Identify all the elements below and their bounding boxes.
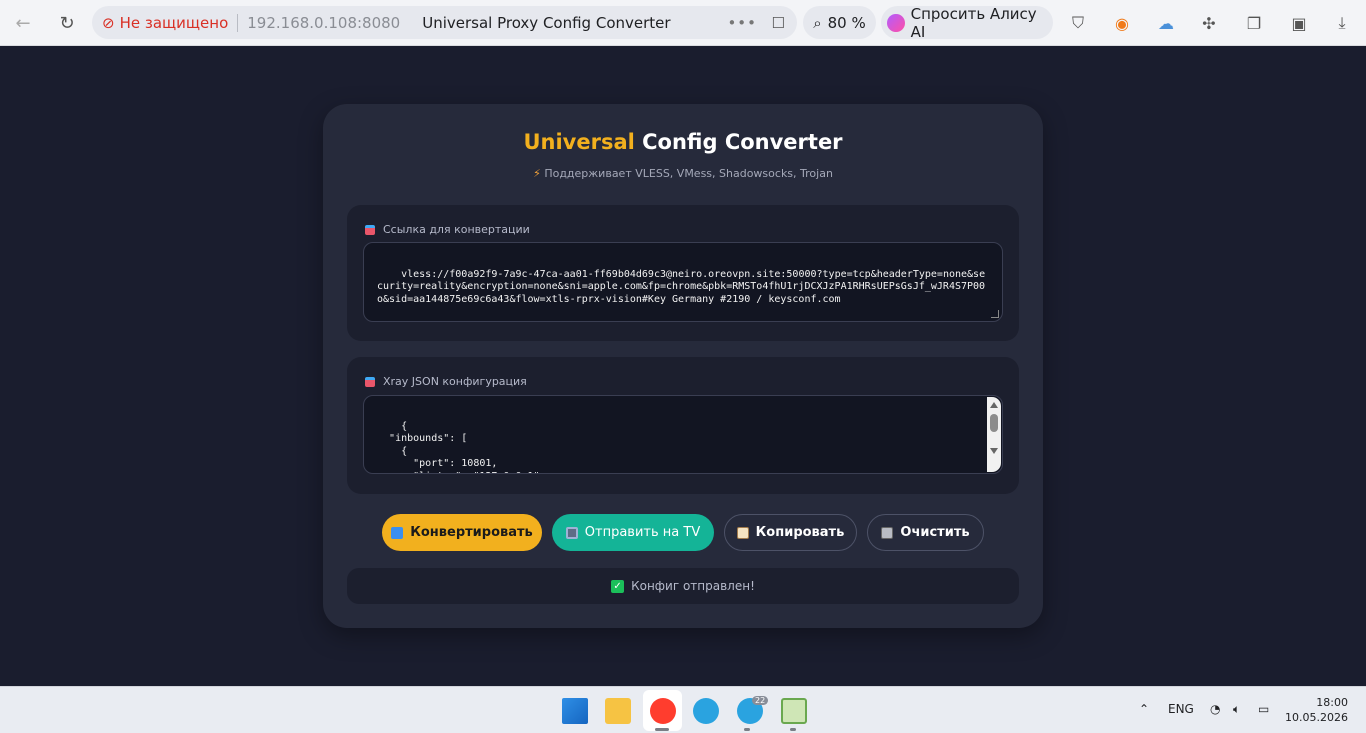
json-scrollbar[interactable] — [987, 397, 1001, 472]
telegram-icon[interactable] — [693, 698, 719, 724]
copy-button[interactable]: Копировать — [724, 514, 857, 551]
zoom-icon: ⌕ — [813, 13, 822, 32]
convert-label: Конвертировать — [410, 525, 533, 540]
output-section: Xray JSON конфигурация { "inbounds": [ {… — [347, 357, 1019, 494]
more-icon[interactable]: ••• — [727, 14, 757, 32]
address-url[interactable]: 192.168.0.108:8080 — [247, 14, 400, 32]
notepad-app-icon[interactable] — [781, 698, 807, 724]
status-text: Конфиг отправлен! — [631, 579, 755, 593]
page-title: Universal Config Converter — [0, 130, 1366, 154]
resize-handle[interactable] — [991, 310, 999, 318]
profile-icon[interactable]: ▣ — [1288, 12, 1310, 34]
address-divider — [237, 13, 239, 32]
language-indicator[interactable]: ENG — [1168, 702, 1194, 716]
send-to-tv-button[interactable]: Отправить на TV — [552, 514, 714, 551]
bookmark-icon[interactable]: ☐ — [772, 14, 785, 32]
yandex-browser-icon[interactable] — [650, 698, 676, 724]
alice-label: Спросить Алису AI — [910, 4, 1037, 41]
input-section: Ссылка для конвертации vless://f00a92f9-… — [347, 205, 1019, 341]
clock[interactable]: 18:00 10.05.2026 — [1285, 695, 1348, 725]
tray-overflow-icon[interactable]: ⌃ — [1139, 702, 1149, 716]
battery-icon[interactable]: ▭ — [1258, 702, 1269, 716]
lightning-icon: ⚡ — [533, 167, 541, 180]
title-rest: Config Converter — [642, 130, 843, 154]
zoom-level: 80 % — [827, 13, 866, 32]
scroll-thumb[interactable] — [990, 414, 998, 432]
alice-icon — [887, 13, 905, 32]
input-label: Ссылка для конвертации — [365, 223, 530, 236]
package-icon — [365, 376, 375, 387]
security-indicator[interactable]: ⊘ Не защищено — [102, 14, 228, 32]
zoom-indicator[interactable]: ⌕ 80 % — [803, 6, 876, 39]
status-message: ✓ Конфиг отправлен! — [347, 568, 1019, 604]
windows-start-icon[interactable] — [562, 698, 588, 724]
volume-icon[interactable]: 🔈︎ — [1233, 702, 1240, 717]
send-to-tv-label: Отправить на TV — [584, 525, 701, 540]
clipboard-icon — [736, 526, 749, 539]
extension-orange-icon[interactable]: ◉ — [1111, 12, 1133, 34]
convert-button[interactable]: Конвертировать — [382, 514, 542, 551]
output-label-text: Xray JSON конфигурация — [383, 375, 527, 388]
clear-button[interactable]: Очистить — [867, 514, 984, 551]
download-icon[interactable]: ⤓ — [1331, 12, 1353, 34]
adblock-shield-icon[interactable]: ⛉ — [1067, 12, 1089, 34]
address-bar[interactable]: ⊘ Не защищено 192.168.0.108:8080 Univers… — [92, 6, 797, 39]
wifi-icon[interactable]: ◔ — [1210, 702, 1220, 716]
browser-toolbar: ← ↻ ⊘ Не защищено 192.168.0.108:8080 Uni… — [0, 0, 1366, 46]
security-label: Не защищено — [119, 13, 229, 32]
page-subtitle: ⚡ Поддерживает VLESS, VMess, Shadowsocks… — [0, 167, 1366, 180]
copy-label: Копировать — [755, 525, 845, 540]
shield-warning-icon: ⊘ — [102, 13, 115, 32]
output-label: Xray JSON конфигурация — [365, 375, 527, 388]
page-tab-title: Universal Proxy Config Converter — [422, 13, 671, 32]
trash-icon — [881, 526, 894, 539]
clock-date: 10.05.2026 — [1285, 711, 1348, 724]
package-icon — [365, 224, 375, 235]
checkmark-icon: ✓ — [611, 579, 625, 593]
clock-time: 18:00 — [1316, 696, 1348, 709]
telegram-badge: 22 — [752, 696, 769, 705]
cloud-extension-icon[interactable]: ☁ — [1155, 12, 1177, 34]
clear-label: Очистить — [900, 525, 970, 540]
file-explorer-icon[interactable] — [605, 698, 631, 724]
taskbar: 22 ⌃ ENG ◔ 🔈︎ ▭ 18:00 10.05.2026 — [0, 686, 1366, 733]
collections-icon[interactable]: ❐ — [1243, 12, 1265, 34]
scroll-down-arrow-icon[interactable] — [990, 448, 998, 454]
running-app-indicator — [790, 728, 796, 731]
link-input-value: vless://f00a92f9-7a9c-47ca-aa01-ff69b04d… — [377, 268, 986, 305]
refresh-icon — [391, 526, 404, 539]
extensions-puzzle-icon[interactable]: ✣ — [1198, 12, 1220, 34]
json-output-value: { "inbounds": [ { "port": 10801, "listen… — [389, 420, 546, 474]
scroll-up-arrow-icon[interactable] — [990, 402, 998, 408]
json-output[interactable]: { "inbounds": [ { "port": 10801, "listen… — [363, 395, 1003, 474]
alice-button[interactable]: Спросить Алису AI — [881, 4, 1053, 41]
running-app-indicator — [744, 728, 750, 731]
active-app-indicator — [655, 728, 669, 731]
tv-icon — [565, 526, 578, 539]
title-accent: Universal — [523, 130, 635, 154]
link-input[interactable]: vless://f00a92f9-7a9c-47ca-aa01-ff69b04d… — [363, 242, 1003, 322]
input-label-text: Ссылка для конвертации — [383, 223, 530, 236]
back-icon[interactable]: ← — [8, 8, 38, 38]
reload-icon[interactable]: ↻ — [52, 8, 82, 38]
subtitle-text: Поддерживает VLESS, VMess, Shadowsocks, … — [544, 167, 833, 180]
